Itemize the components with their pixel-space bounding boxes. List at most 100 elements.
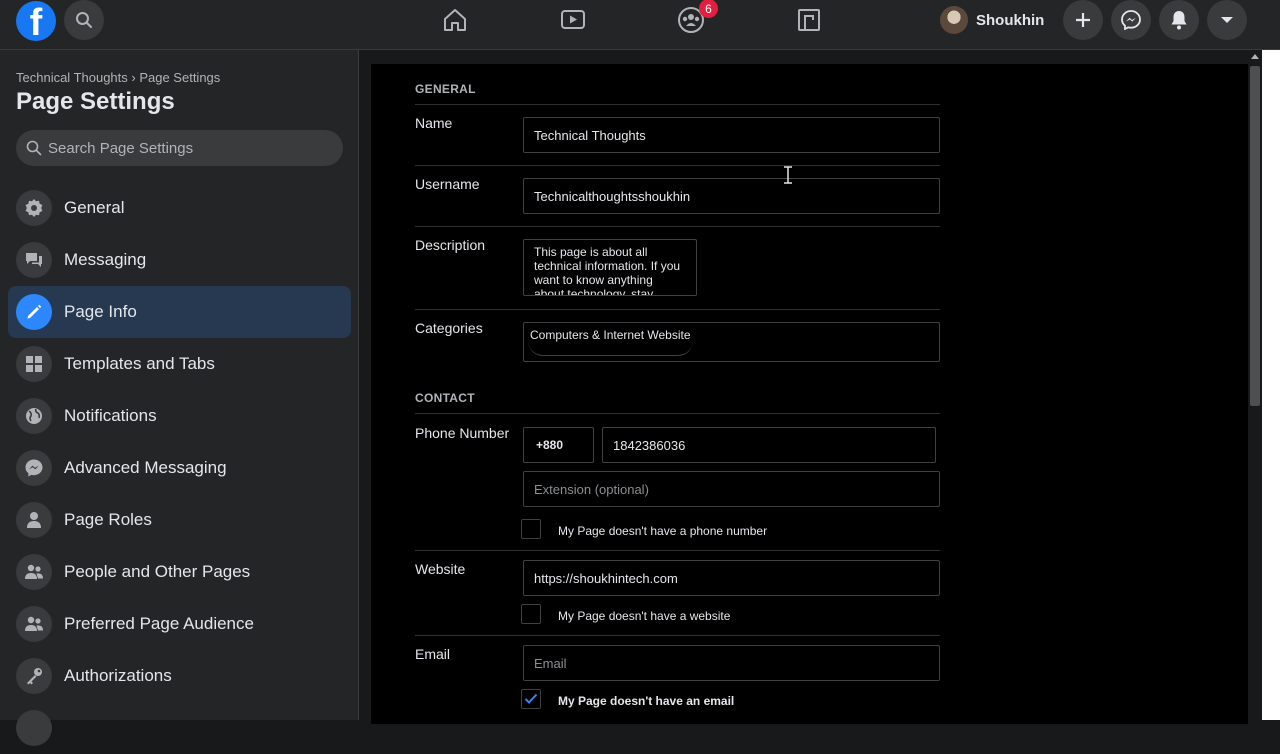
email-label: Email (415, 646, 451, 662)
divider (415, 309, 940, 310)
create-button[interactable] (1063, 0, 1103, 40)
profile-link[interactable]: Shoukhin (940, 4, 1044, 36)
checkmark-icon (524, 693, 538, 704)
sidebar-item-label: Messaging (64, 250, 147, 269)
globe-icon (16, 398, 52, 434)
scroll-thumb[interactable] (1250, 66, 1260, 406)
no-phone-label: My Page doesn't have a phone number (558, 524, 768, 538)
breadcrumb[interactable]: Technical Thoughts › Page Settings (16, 70, 220, 85)
home-tab[interactable] (440, 5, 470, 35)
groups-tab[interactable]: 6 (676, 0, 718, 35)
sidebar-item-label: Notifications (64, 406, 157, 425)
search-button[interactable] (64, 0, 104, 40)
search-settings[interactable] (16, 130, 343, 166)
sidebar-item-authorizations[interactable]: Authorizations (8, 650, 351, 702)
name-field[interactable] (523, 117, 940, 153)
description-label: Description (415, 237, 486, 253)
sidebar-item-label: Templates and Tabs (64, 354, 215, 373)
no-email-label: My Page doesn't have an email (558, 694, 735, 708)
messenger-icon (1121, 10, 1141, 30)
caret-down-icon (1221, 17, 1233, 23)
messenger-button[interactable] (1111, 0, 1151, 40)
key-icon (16, 658, 52, 694)
text-cursor-icon (784, 166, 792, 184)
search-input[interactable] (48, 139, 328, 157)
sidebar-item-label: Preferred Page Audience (64, 614, 254, 633)
website-input[interactable] (534, 570, 929, 586)
email-input[interactable] (534, 655, 929, 671)
page-title: Page Settings (16, 88, 175, 115)
person-icon (16, 502, 52, 538)
divider (415, 635, 940, 636)
categories-label: Categories (415, 320, 483, 336)
sidebar-item-page-info[interactable]: Page Info (8, 286, 351, 338)
sidebar-item-label: Page Info (64, 302, 137, 321)
profile-name: Shoukhin (976, 11, 1045, 29)
gaming-icon (798, 9, 820, 31)
extension-input[interactable] (534, 481, 929, 497)
watch-tab[interactable] (558, 5, 588, 35)
search-icon (26, 140, 42, 156)
messenger-icon (16, 450, 52, 486)
scrollbar[interactable] (1248, 50, 1262, 720)
facebook-logo[interactable]: f (16, 1, 56, 41)
general-heading: GENERAL (415, 82, 476, 96)
sidebar-item-advanced-messaging[interactable]: Advanced Messaging (8, 442, 351, 494)
phone-label: Phone Number (415, 425, 510, 441)
sidebar-item-messaging[interactable]: Messaging (8, 234, 351, 286)
gaming-tab[interactable] (794, 5, 824, 35)
sidebar-item-templates-and-tabs[interactable]: Templates and Tabs (8, 338, 351, 390)
category-chip[interactable]: Computers & Internet Website (528, 326, 693, 356)
categories-field[interactable]: Computers & Internet Website (523, 322, 940, 362)
username-field[interactable] (523, 178, 940, 214)
video-icon (561, 10, 585, 29)
settings-menu: General Messaging Page Info Templates an… (8, 182, 351, 754)
country-code-select[interactable]: +880 (523, 427, 594, 463)
no-phone-checkbox[interactable] (521, 519, 541, 539)
people-icon (16, 606, 52, 642)
gear-icon (16, 190, 52, 226)
no-website-label: My Page doesn't have a website (558, 609, 731, 623)
divider (415, 165, 940, 166)
description-textarea[interactable]: This page is about all technical informa… (523, 239, 697, 296)
no-website-checkbox[interactable] (521, 604, 541, 624)
sidebar-item-label: People and Other Pages (64, 562, 251, 581)
username-label: Username (415, 176, 480, 192)
email-field[interactable] (523, 645, 940, 681)
plus-icon (1076, 13, 1090, 27)
website-label: Website (415, 561, 466, 577)
account-menu-button[interactable] (1207, 0, 1247, 40)
grid-icon (16, 346, 52, 382)
divider (415, 413, 940, 414)
notification-badge: 6 (699, 0, 718, 18)
sidebar-item-preferred-page-audience[interactable]: Preferred Page Audience (8, 598, 351, 650)
divider (415, 104, 940, 105)
avatar (940, 6, 968, 34)
divider (415, 226, 940, 227)
sidebar-item-general[interactable]: General (8, 182, 351, 234)
sidebar-item-people-and-other-pages[interactable]: People and Other Pages (8, 546, 351, 598)
search-icon (76, 12, 92, 28)
pencil-icon (16, 294, 52, 330)
extension-field[interactable] (523, 471, 940, 507)
sidebar-item-label: Advanced Messaging (64, 458, 227, 477)
sidebar-item-label: General (64, 198, 125, 217)
scroll-up-arrow[interactable] (1251, 54, 1259, 59)
sidebar-item-partial[interactable] (8, 702, 351, 754)
logo-letter: f (29, 2, 43, 41)
name-input[interactable] (534, 127, 929, 143)
main-content: GENERAL Name Username Description This p… (360, 50, 1248, 724)
phone-field[interactable] (602, 427, 936, 463)
notifications-button[interactable] (1159, 0, 1199, 40)
sidebar-item-notifications[interactable]: Notifications (8, 390, 351, 442)
sidebar-item-page-roles[interactable]: Page Roles (8, 494, 351, 546)
bell-icon (1171, 11, 1187, 30)
website-field[interactable] (523, 560, 940, 596)
contact-heading: CONTACT (415, 391, 475, 405)
window-edge (1262, 50, 1280, 720)
phone-input[interactable] (613, 437, 925, 453)
no-email-checkbox[interactable] (521, 689, 541, 709)
sidebar-item-label: Authorizations (64, 666, 172, 685)
username-input[interactable] (534, 188, 929, 204)
name-label: Name (415, 115, 453, 131)
